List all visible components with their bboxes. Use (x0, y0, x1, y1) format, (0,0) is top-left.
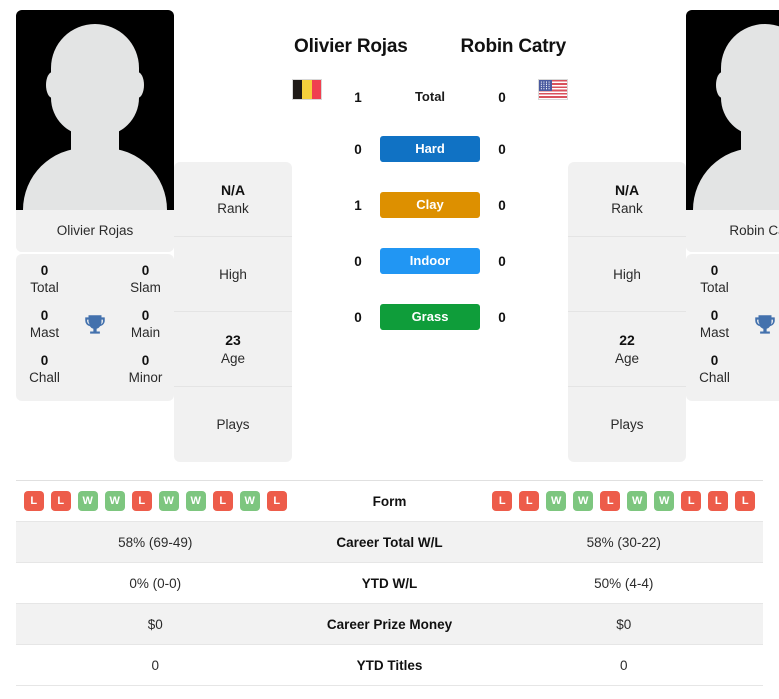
form-badge-w: W (573, 491, 594, 511)
h2h-total-right: 0 (498, 89, 506, 105)
left-titles-total: 0 Total (30, 263, 59, 295)
table-row-career-prize-money: $0 Career Prize Money $0 (16, 604, 763, 645)
row-label-ytd-titles: YTD Titles (356, 657, 423, 673)
form-badge-w: W (77, 491, 98, 511)
form-badge-w: W (104, 491, 125, 511)
form-badge-w: W (185, 491, 206, 511)
form-badge-l: L (519, 491, 540, 511)
left-ytd-titles: 0 (151, 657, 159, 673)
form-badge-l: L (131, 491, 152, 511)
h2h-hard-left: 0 (354, 141, 362, 157)
h2h-total-label: Total (414, 89, 446, 104)
right-player-column: Robin Catry 0 Total 0 Slam 0 Mast (686, 10, 779, 401)
stats-table: LLWWLWWLWL Form LLWWLWWLLL 58% (69-49) C… (16, 480, 763, 686)
form-badge-l: L (600, 491, 621, 511)
form-badge-w: W (239, 491, 260, 511)
h2h-hard-right: 0 (498, 141, 506, 157)
right-career-total-wl: 58% (30-22) (586, 534, 661, 550)
right-player-name: Robin Catry (460, 36, 567, 57)
left-player-caption: Olivier Rojas (16, 210, 174, 252)
right-plays-row: Plays (610, 417, 644, 432)
right-player-avatar: Robin Catry (686, 10, 779, 252)
trophy-icon (737, 312, 779, 338)
left-rank-row: N/A Rank (174, 162, 292, 237)
h2h-surface-row-hard: 0 Hard 0 (336, 136, 524, 162)
avatar-silhouette-icon (16, 10, 174, 210)
usa-flag-icon (538, 78, 568, 100)
right-rank-row: N/A Rank (568, 162, 686, 237)
form-badge-l: L (266, 491, 287, 511)
right-career-prize-money: $0 (616, 616, 632, 632)
form-badge-w: W (158, 491, 179, 511)
surface-pill-indoor[interactable]: Indoor (380, 248, 480, 274)
right-info-column: N/A Rank High 22 Age Plays (568, 162, 686, 462)
form-badge-w: W (546, 491, 567, 511)
row-label-career-prize-money: Career Prize Money (326, 616, 453, 632)
left-plays-row: Plays (216, 417, 250, 432)
left-player-column: Olivier Rojas 0 Total 0 Slam 0 Mast 0 Ma… (16, 10, 174, 401)
left-form-badges: LLWWLWWLWL (16, 484, 295, 518)
left-career-total-wl: 58% (69-49) (118, 534, 193, 550)
left-age-row: 23 Age (174, 312, 292, 387)
h2h-surface-row-clay: 1 Clay 0 (336, 192, 524, 218)
h2h-clay-right: 0 (498, 197, 506, 213)
h2h-total-left: 1 (354, 89, 362, 105)
right-high-row: High (568, 237, 686, 312)
form-badge-l: L (50, 491, 71, 511)
form-badge-l: L (492, 491, 513, 511)
left-career-prize-money: $0 (147, 616, 163, 632)
head-to-head-column: Olivier Rojas Robin Catry 1 Total 0 0 Ha… (292, 10, 568, 330)
right-titles-mast: 0 Mast (699, 308, 730, 340)
right-form-badges: LLWWLWWLLL (485, 484, 764, 518)
right-titles-total: 0 Total (700, 263, 729, 295)
row-label-career-total-wl: Career Total W/L (336, 534, 443, 550)
belgium-flag-icon (292, 78, 322, 100)
row-label-ytd-wl: YTD W/L (361, 575, 418, 591)
right-ytd-titles: 0 (619, 657, 628, 673)
surface-pill-hard[interactable]: Hard (380, 136, 480, 162)
left-titles-card: 0 Total 0 Slam 0 Mast 0 Main 0 Chall 0 M… (16, 254, 174, 401)
comparison-header: Olivier Rojas 0 Total 0 Slam 0 Mast 0 Ma… (0, 0, 779, 462)
left-player-name: Olivier Rojas (294, 36, 408, 57)
avatar-silhouette-icon (686, 10, 779, 210)
left-info-column: N/A Rank High 23 Age Plays (174, 162, 292, 462)
form-badge-l: L (708, 491, 729, 511)
table-row-ytd-wl: 0% (0-0) YTD W/L 50% (4-4) (16, 563, 763, 604)
right-ytd-wl: 50% (4-4) (594, 575, 654, 591)
h2h-grass-right: 0 (498, 309, 506, 325)
surface-pill-grass[interactable]: Grass (380, 304, 480, 330)
left-titles-slam: 0 Slam (130, 263, 161, 295)
form-badge-l: L (681, 491, 702, 511)
left-high-row: High (174, 237, 292, 312)
h2h-surface-row-indoor: 0 Indoor 0 (336, 248, 524, 274)
trophy-icon (67, 312, 123, 338)
left-ytd-wl: 0% (0-0) (129, 575, 182, 591)
surface-pill-clay[interactable]: Clay (380, 192, 480, 218)
form-badge-w: W (627, 491, 648, 511)
table-row-career-total-wl: 58% (69-49) Career Total W/L 58% (30-22) (16, 522, 763, 563)
left-titles-main: 0 Main (130, 308, 161, 340)
right-player-caption: Robin Catry (686, 210, 779, 252)
h2h-indoor-right: 0 (498, 253, 506, 269)
player-comparison-page: Olivier Rojas 0 Total 0 Slam 0 Mast 0 Ma… (0, 0, 779, 686)
h2h-indoor-left: 0 (354, 253, 362, 269)
left-titles-minor: 0 Minor (128, 353, 163, 385)
row-label-form: Form (372, 493, 407, 509)
left-player-avatar: Olivier Rojas (16, 10, 174, 252)
form-badge-l: L (735, 491, 756, 511)
right-titles-card: 0 Total 0 Slam 0 Mast (686, 254, 779, 401)
form-badge-w: W (654, 491, 675, 511)
h2h-grass-left: 0 (354, 309, 362, 325)
h2h-clay-left: 1 (354, 197, 362, 213)
table-row-ytd-titles: 0 YTD Titles 0 (16, 645, 763, 686)
h2h-total-row: 1 Total 0 (336, 88, 524, 106)
form-badge-l: L (23, 491, 44, 511)
left-titles-chall: 0 Chall (29, 353, 60, 385)
table-row-form: LLWWLWWLWL Form LLWWLWWLLL (16, 481, 763, 522)
left-titles-mast: 0 Mast (29, 308, 60, 340)
form-badge-l: L (212, 491, 233, 511)
right-age-row: 22 Age (568, 312, 686, 387)
h2h-surface-row-grass: 0 Grass 0 (336, 304, 524, 330)
right-titles-chall: 0 Chall (699, 353, 730, 385)
